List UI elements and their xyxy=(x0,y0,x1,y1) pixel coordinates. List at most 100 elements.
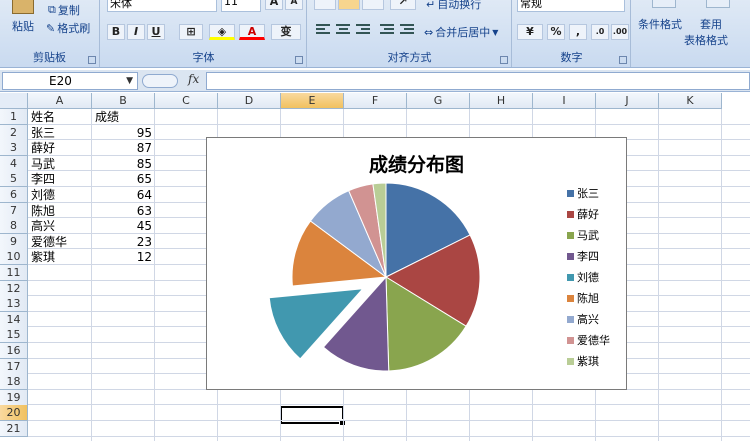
chart[interactable]: 成绩分布图 张三 薛好 马武 李四 刘德 陈旭 高兴 爱德华 紫琪 xyxy=(206,137,627,390)
phonetic-button[interactable]: 变 xyxy=(271,24,301,40)
legend-item[interactable]: 爱德华 xyxy=(567,333,610,347)
row-header-18[interactable]: 18 xyxy=(0,374,28,390)
name-cell[interactable]: 紫琪 xyxy=(31,249,89,265)
alignment-launcher-icon[interactable] xyxy=(500,56,508,64)
score-cell[interactable]: 85 xyxy=(95,156,152,172)
number-launcher-icon[interactable] xyxy=(619,56,627,64)
grow-font-button[interactable]: A xyxy=(265,0,283,10)
column-header-k[interactable]: K xyxy=(659,93,722,109)
column-header-d[interactable]: D xyxy=(218,93,281,109)
select-all-corner[interactable] xyxy=(0,93,28,109)
font-color-button[interactable]: A xyxy=(239,24,265,40)
align-center-icon[interactable] xyxy=(336,22,352,36)
column-header-f[interactable]: F xyxy=(344,93,407,109)
score-cell[interactable]: 64 xyxy=(95,187,152,203)
row-header-2[interactable]: 2 xyxy=(0,125,28,141)
score-cell[interactable]: 87 xyxy=(95,140,152,156)
underline-button[interactable]: U xyxy=(147,24,165,40)
legend-item[interactable]: 张三 xyxy=(567,186,599,200)
row-header-8[interactable]: 8 xyxy=(0,218,28,234)
legend-item[interactable]: 李四 xyxy=(567,249,599,263)
decrease-indent-icon[interactable] xyxy=(380,22,396,36)
row-header-9[interactable]: 9 xyxy=(0,234,28,250)
table-format-icon[interactable] xyxy=(706,0,730,8)
row-header-17[interactable]: 17 xyxy=(0,359,28,375)
row-header-19[interactable]: 19 xyxy=(0,390,28,406)
increase-decimal-button[interactable]: .0 xyxy=(591,24,609,40)
name-cell[interactable]: 高兴 xyxy=(31,218,89,234)
name-cell[interactable]: 张三 xyxy=(31,125,89,141)
score-cell[interactable]: 65 xyxy=(95,171,152,187)
active-cell[interactable] xyxy=(280,406,346,426)
column-header-g[interactable]: G xyxy=(407,93,470,109)
worksheet-grid[interactable]: A B C D E F G H I J K 1 2 3 4 5 6 7 8 9 10 11 12 13 14 15 16 17 18 19… xyxy=(0,93,750,441)
row-header-14[interactable]: 14 xyxy=(0,312,28,328)
row-header-7[interactable]: 7 xyxy=(0,203,28,219)
number-format-select[interactable]: 常规 xyxy=(517,0,625,12)
paste-icon[interactable] xyxy=(12,0,34,14)
legend-item[interactable]: 马武 xyxy=(567,228,599,242)
conditional-format-icon[interactable] xyxy=(652,0,676,8)
column-header-i[interactable]: I xyxy=(533,93,596,109)
insert-function-icon[interactable]: fx xyxy=(188,72,199,86)
row-header-1[interactable]: 1 xyxy=(0,109,28,125)
apply-table-button[interactable]: 套用 xyxy=(700,16,722,32)
row-header-20[interactable]: 20 xyxy=(0,405,28,421)
row-header-15[interactable]: 15 xyxy=(0,327,28,343)
pie-chart-plot[interactable] xyxy=(207,138,628,391)
legend-item[interactable]: 刘德 xyxy=(567,270,599,284)
font-size-select[interactable]: 11 xyxy=(221,0,261,12)
wrap-text-button[interactable]: ↵ 自动换行 xyxy=(426,0,481,12)
format-painter-button[interactable]: ✎ 格式刷 xyxy=(46,20,90,36)
row-header-5[interactable]: 5 xyxy=(0,171,28,187)
column-header-a[interactable]: A xyxy=(28,93,92,109)
name-cell[interactable]: 马武 xyxy=(31,156,89,172)
column-header-h[interactable]: H xyxy=(470,93,533,109)
score-cell[interactable]: 95 xyxy=(95,125,152,141)
table-format-button[interactable]: 表格格式 xyxy=(684,32,728,48)
row-header-21[interactable]: 21 xyxy=(0,421,28,437)
name-cell[interactable]: 陈旭 xyxy=(31,203,89,219)
score-cell[interactable]: 12 xyxy=(95,249,152,265)
shrink-font-button[interactable]: A xyxy=(285,0,303,10)
row-header-12[interactable]: 12 xyxy=(0,281,28,297)
font-launcher-icon[interactable] xyxy=(295,56,303,64)
border-button[interactable]: ⊞ xyxy=(179,24,203,40)
name-cell[interactable]: 爱德华 xyxy=(31,234,89,250)
middle-align-button[interactable] xyxy=(338,0,360,10)
conditional-format-button[interactable]: 条件格式 xyxy=(638,16,682,32)
name-cell[interactable]: 成绩 xyxy=(95,109,152,125)
row-header-11[interactable]: 11 xyxy=(0,265,28,281)
name-cell[interactable]: 姓名 xyxy=(31,109,89,125)
name-box-dropdown-icon[interactable]: ▼ xyxy=(126,73,133,89)
name-cell[interactable]: 薛好 xyxy=(31,140,89,156)
legend-item[interactable]: 紫琪 xyxy=(567,354,599,368)
column-header-e[interactable]: E xyxy=(281,93,344,109)
legend-item[interactable]: 薛好 xyxy=(567,207,599,221)
fill-color-button[interactable]: ◈ xyxy=(209,24,235,40)
legend-item[interactable]: 高兴 xyxy=(567,312,599,326)
increase-indent-icon[interactable] xyxy=(400,22,416,36)
bold-button[interactable]: B xyxy=(107,24,125,40)
bottom-align-button[interactable] xyxy=(362,0,384,10)
name-box[interactable]: E20 ▼ xyxy=(2,72,138,90)
row-header-13[interactable]: 13 xyxy=(0,296,28,312)
merge-center-button[interactable]: ⇔ 合并后居中 ▼ xyxy=(424,24,498,40)
row-header-3[interactable]: 3 xyxy=(0,140,28,156)
top-align-button[interactable] xyxy=(314,0,336,10)
font-name-select[interactable]: 宋体 xyxy=(107,0,217,12)
comma-button[interactable]: , xyxy=(569,24,587,40)
clipboard-launcher-icon[interactable] xyxy=(88,56,96,64)
legend-item[interactable]: 陈旭 xyxy=(567,291,599,305)
column-header-j[interactable]: J xyxy=(596,93,659,109)
percent-button[interactable]: % xyxy=(547,24,565,40)
accounting-button[interactable]: ¥ xyxy=(517,24,543,40)
row-header-10[interactable]: 10 xyxy=(0,249,28,265)
row-header-16[interactable]: 16 xyxy=(0,343,28,359)
formula-input[interactable] xyxy=(206,72,750,90)
column-header-b[interactable]: B xyxy=(92,93,155,109)
align-left-icon[interactable] xyxy=(316,22,332,36)
copy-button[interactable]: ⧉ 复制 xyxy=(48,2,80,18)
score-cell[interactable]: 63 xyxy=(95,203,152,219)
score-cell[interactable]: 23 xyxy=(95,234,152,250)
